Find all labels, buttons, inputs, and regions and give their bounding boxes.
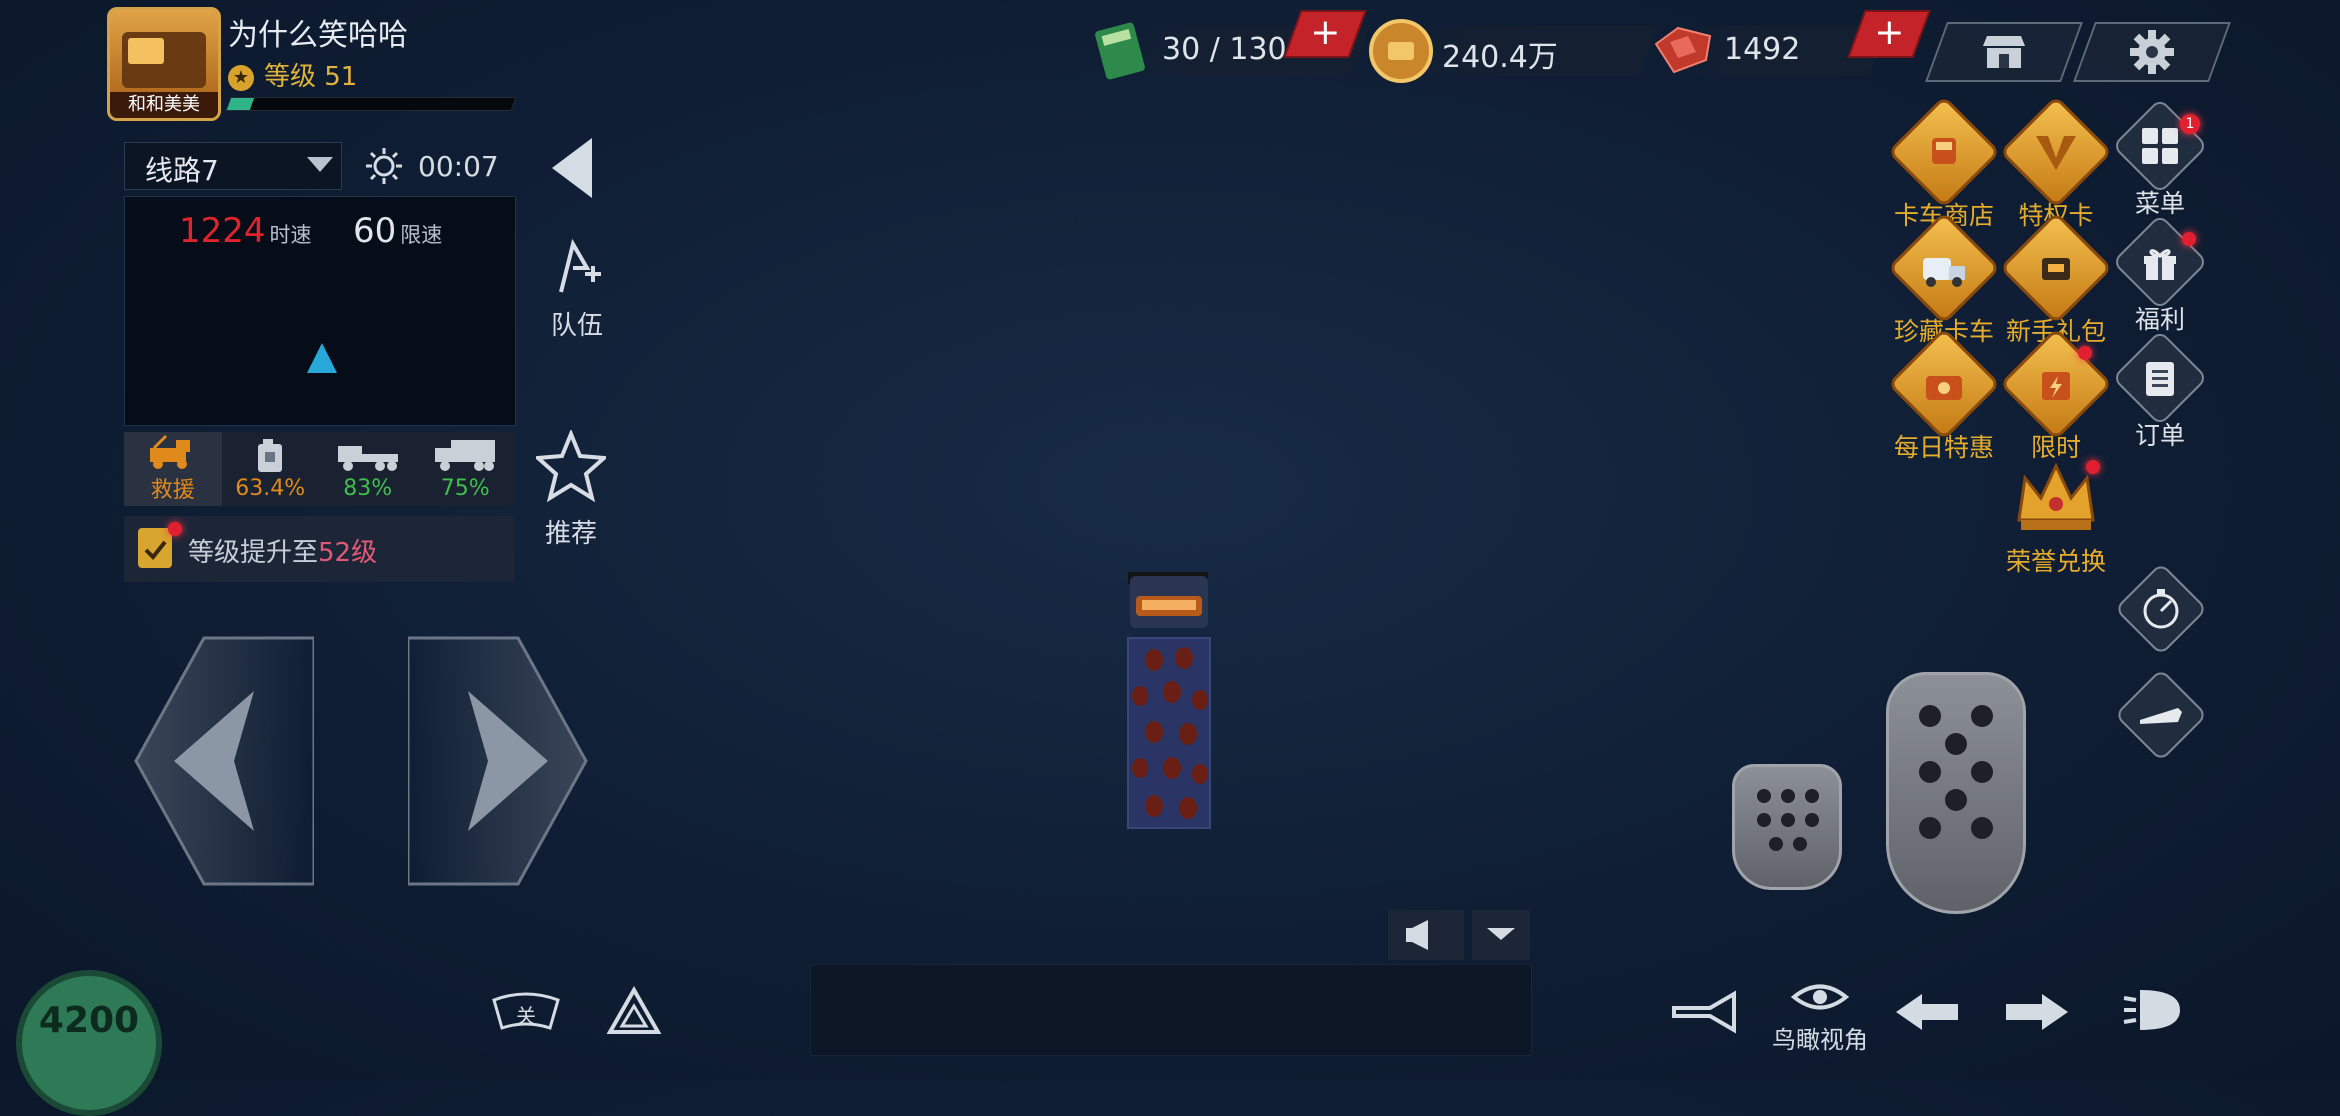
arrow-left-icon xyxy=(1896,994,1958,1030)
privilege-card-button[interactable]: 特权卡 xyxy=(1996,95,2116,232)
player-avatar[interactable]: 和和美美 xyxy=(107,7,221,121)
gear-icon xyxy=(2130,30,2174,74)
gift-icon xyxy=(2144,249,2176,280)
truck-shop-icon xyxy=(1932,138,1956,164)
player-name: 为什么笑哈哈 xyxy=(228,18,408,53)
horn-button[interactable] xyxy=(1670,990,1740,1038)
lightning-box-icon xyxy=(2042,372,2070,400)
collapse-panel-button[interactable] xyxy=(552,138,592,198)
minimap[interactable]: 1224 时速 60 限速 xyxy=(124,196,516,426)
coin-icon xyxy=(1369,19,1433,83)
hazard-lights-button[interactable] xyxy=(606,985,662,1040)
gift-truck-icon xyxy=(2042,258,2070,280)
daily-deal-button[interactable]: 每日特惠 xyxy=(1884,327,2004,464)
recommend-button[interactable]: 推荐 xyxy=(526,428,616,550)
notification-dot xyxy=(168,522,182,536)
steer-right-button[interactable] xyxy=(408,636,588,886)
avatar-tag: 和和美美 xyxy=(110,92,218,118)
chat-expand-button[interactable] xyxy=(1472,910,1530,960)
gem-counter: 1492 xyxy=(1648,18,1888,82)
trailer-icon xyxy=(337,445,398,471)
cruise-control-button[interactable] xyxy=(2114,562,2208,656)
speed-limit: 60 限速 xyxy=(353,211,443,251)
menu-badge: 1 xyxy=(2180,114,2200,134)
megaphone-icon xyxy=(1406,920,1428,950)
rpm-gauge: 4200 xyxy=(16,970,162,1116)
player-level: ★ 等级 51 xyxy=(228,56,357,93)
voice-chat-button[interactable] xyxy=(1388,910,1464,960)
arrow-right-icon xyxy=(2006,994,2068,1030)
xp-progress-bar xyxy=(225,97,517,111)
hazard-triangle-icon xyxy=(606,985,662,1034)
tow-truck-icon xyxy=(149,434,190,469)
treasure-chest-icon xyxy=(1926,376,1962,400)
fuel-status: 63.4% xyxy=(222,432,320,506)
ruby-icon xyxy=(1654,26,1712,74)
star-outline-icon xyxy=(533,428,609,503)
fuel-can-icon xyxy=(258,438,283,472)
add-gems-button[interactable]: + xyxy=(1847,10,1931,58)
accelerator-pedal[interactable] xyxy=(1886,672,2026,914)
clipboard-list-icon xyxy=(2146,362,2174,396)
notification-dot xyxy=(2086,460,2100,474)
fuel-card-icon xyxy=(1095,22,1145,80)
trailer-status: 83% xyxy=(319,432,417,506)
horn-icon xyxy=(1672,990,1736,1034)
brake-pedal[interactable] xyxy=(1732,764,1842,890)
orders-button[interactable]: 订单 xyxy=(2100,329,2220,452)
task-text: 等级提升至52级 xyxy=(188,538,378,568)
team-flag-icon xyxy=(559,238,601,293)
vehicle-status-bar: 救援 63.4% 83% 75% xyxy=(124,432,514,506)
steer-left-button[interactable] xyxy=(134,636,314,886)
wiper-button[interactable]: 关 xyxy=(490,990,562,1038)
notification-dot xyxy=(2182,232,2196,246)
star-icon: ★ xyxy=(228,64,254,91)
rare-truck-button[interactable]: 珍藏卡车 xyxy=(1884,211,2004,348)
notification-dot xyxy=(2078,346,2092,360)
speedometer-icon xyxy=(2143,589,2179,629)
team-button[interactable]: 队伍 xyxy=(532,238,622,342)
player-truck xyxy=(1127,572,1211,829)
menu-button[interactable]: 1 菜单 xyxy=(2100,97,2220,220)
newbie-pack-button[interactable]: 新手礼包 xyxy=(1996,211,2116,348)
current-speed: 1224 时速 xyxy=(179,211,312,251)
player-position-arrow-icon xyxy=(307,343,337,373)
limited-offer-button[interactable]: 限时 xyxy=(1996,327,2116,464)
rescue-button[interactable]: 救援 xyxy=(124,432,222,506)
chevron-down-icon xyxy=(307,157,333,172)
route-dropdown[interactable]: 线路7 xyxy=(124,142,342,190)
chevron-down-icon xyxy=(1487,928,1515,940)
coin-counter: 240.4万 xyxy=(1368,18,1658,83)
hitch-icon xyxy=(2140,708,2182,724)
sun-icon xyxy=(366,148,402,184)
headlight-button[interactable] xyxy=(2120,984,2186,1040)
grid-menu-icon xyxy=(2142,128,2178,164)
eye-icon xyxy=(1790,984,1850,1010)
trailer-hitch-button[interactable] xyxy=(2114,668,2208,762)
rescue-label: 救援 xyxy=(150,478,195,503)
store-icon xyxy=(1983,36,2025,68)
truck-shop-button[interactable]: 卡车商店 xyxy=(1884,95,2004,232)
headlight-icon xyxy=(2123,990,2180,1030)
birdseye-view-button[interactable]: 鸟瞰视角 xyxy=(1772,980,1868,1055)
v-emblem-icon xyxy=(2036,136,2076,170)
welfare-button[interactable]: 福利 xyxy=(2100,213,2220,336)
truck-status: 75% xyxy=(417,432,515,506)
settings-button[interactable] xyxy=(2073,22,2231,82)
shop-button[interactable] xyxy=(1925,22,2083,82)
truck-icon xyxy=(435,439,496,471)
honor-exchange-button[interactable]: 荣誉兑换 xyxy=(1996,458,2116,578)
add-fuel-button[interactable]: + xyxy=(1283,10,1367,58)
level-task[interactable]: 等级提升至52级 xyxy=(124,516,514,582)
white-truck-icon xyxy=(1923,258,1965,287)
chat-box[interactable] xyxy=(810,964,1532,1056)
right-turn-signal-button[interactable] xyxy=(2002,990,2072,1038)
left-turn-signal-button[interactable] xyxy=(1892,990,1962,1038)
clipboard-check-icon xyxy=(138,528,172,568)
game-clock: 00:07 xyxy=(364,146,499,186)
